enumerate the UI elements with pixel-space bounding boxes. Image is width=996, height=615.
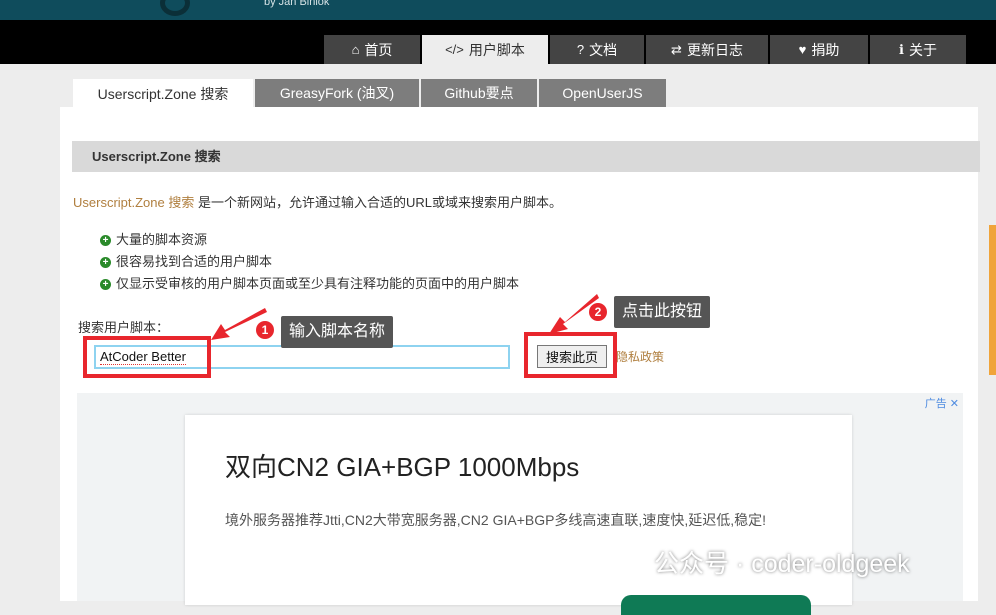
step-number-1: 1 bbox=[256, 321, 274, 339]
site-byline: by Jan Biniok bbox=[264, 0, 330, 8]
highlight-box-button bbox=[524, 332, 617, 378]
callout-input-name: 输入脚本名称 bbox=[281, 316, 394, 348]
section-heading: Userscript.Zone 搜索 bbox=[72, 141, 980, 172]
tab-openuserjs[interactable]: OpenUserJS bbox=[539, 79, 666, 107]
exchange-icon: ⇄ bbox=[671, 41, 682, 57]
watermark: 公众号 · coder-oldgeek bbox=[612, 544, 910, 580]
nav-userscripts[interactable]: </> 用户脚本 bbox=[422, 35, 548, 64]
nav-changelog-label: 更新日志 bbox=[686, 41, 743, 58]
tab-greasyfork[interactable]: GreasyFork (油叉) bbox=[255, 79, 419, 107]
tab-github-gists[interactable]: Github要点 bbox=[421, 79, 537, 107]
ad-description: 境外服务器推荐Jtti,CN2大带宽服务器,CN2 GIA+BGP多线高速直联,… bbox=[225, 512, 766, 528]
scrollbar-thumb[interactable] bbox=[989, 225, 996, 375]
site-header: by Jan Biniok bbox=[0, 0, 996, 20]
nav-donate[interactable]: ♥ 捐助 bbox=[770, 35, 868, 64]
heart-icon: ♥ bbox=[798, 42, 807, 57]
privacy-policy-link[interactable]: 隐私政策 bbox=[616, 348, 664, 365]
search-label: 搜索用户脚本： bbox=[78, 320, 170, 335]
wechat-icon bbox=[612, 548, 644, 576]
ad-cta-button[interactable] bbox=[621, 595, 811, 615]
watermark-text: 公众号 · coder-oldgeek bbox=[654, 550, 910, 578]
list-item-text: 大量的脚本资源 bbox=[116, 232, 208, 247]
info-icon: ℹ bbox=[899, 41, 904, 57]
plus-circle-icon: + bbox=[100, 234, 111, 246]
highlight-box-input bbox=[83, 336, 211, 378]
userscript-zone-link[interactable]: Userscript.Zone 搜索 bbox=[73, 195, 194, 210]
nav-userscripts-label: 用户脚本 bbox=[468, 41, 525, 58]
plus-circle-icon: + bbox=[100, 256, 111, 268]
intro-text: Userscript.Zone 搜索 是一个新网站，允许通过输入合适的URL或域… bbox=[73, 192, 562, 211]
list-item: + 大量的脚本资源 bbox=[100, 229, 519, 251]
ad-badge[interactable]: 广告 ✕ bbox=[925, 395, 959, 411]
feature-list: + 大量的脚本资源 + 很容易找到合适的用户脚本 + 仅显示受审核的用户脚本页面或至少… bbox=[100, 229, 519, 295]
nav-about-label: 关于 bbox=[908, 41, 937, 58]
site-logo-icon bbox=[160, 0, 190, 16]
callout-click-button: 点击此按钮 bbox=[614, 296, 711, 328]
list-item: + 很容易找到合适的用户脚本 bbox=[100, 251, 519, 273]
nav-home-label: 首页 bbox=[364, 41, 393, 58]
nav-home[interactable]: ⌂ 首页 bbox=[324, 35, 420, 64]
list-item-text: 很容易找到合适的用户脚本 bbox=[116, 254, 273, 269]
nav-about[interactable]: ℹ 关于 bbox=[870, 35, 966, 64]
intro-description: 是一个新网站，允许通过输入合适的URL或域来搜索用户脚本。 bbox=[194, 195, 562, 210]
plus-circle-icon: + bbox=[100, 278, 111, 290]
ad-title[interactable]: 双向CN2 GIA+BGP 1000Mbps bbox=[225, 447, 579, 484]
nav-changelog[interactable]: ⇄ 更新日志 bbox=[646, 35, 768, 64]
tab-userscript-zone[interactable]: Userscript.Zone 搜索 bbox=[73, 79, 253, 109]
nav-docs[interactable]: ? 文档 bbox=[550, 35, 644, 64]
code-icon: </> bbox=[445, 42, 464, 57]
main-nav: ⌂ 首页 </> 用户脚本 ? 文档 ⇄ 更新日志 ♥ 捐助 ℹ 关于 bbox=[0, 20, 996, 64]
list-item-text: 仅显示受审核的用户脚本页面或至少具有注释功能的页面中的用户脚本 bbox=[116, 276, 520, 291]
list-item: + 仅显示受审核的用户脚本页面或至少具有注释功能的页面中的用户脚本 bbox=[100, 273, 519, 295]
question-icon: ? bbox=[576, 42, 585, 57]
nav-donate-label: 捐助 bbox=[811, 41, 840, 58]
home-icon: ⌂ bbox=[351, 42, 360, 57]
nav-docs-label: 文档 bbox=[589, 41, 618, 58]
step-number-2: 2 bbox=[589, 303, 607, 321]
